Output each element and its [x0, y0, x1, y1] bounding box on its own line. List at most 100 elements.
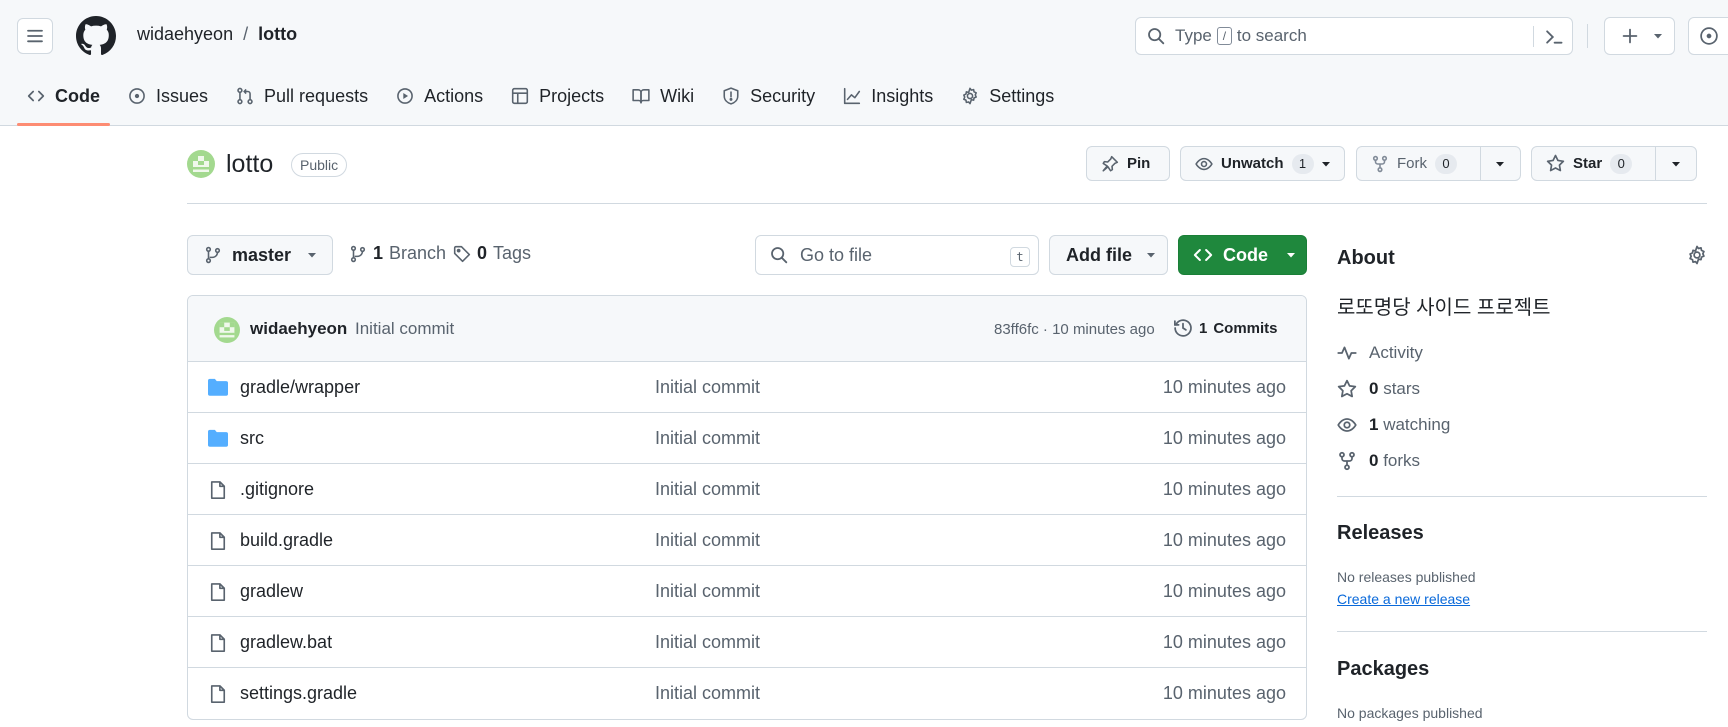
file-name-link[interactable]: gradlew.bat — [240, 632, 332, 653]
github-logo-icon[interactable] — [76, 16, 116, 56]
table-row: src Initial commit 10 minutes ago — [188, 413, 1306, 464]
forks-link[interactable]: 0 forks — [1337, 451, 1420, 471]
tab-projects[interactable]: Projects — [501, 78, 614, 114]
file-commit-age: 10 minutes ago — [1162, 632, 1286, 652]
breadcrumb-owner[interactable]: widaehyeon — [137, 24, 233, 45]
pin-label: Pin — [1127, 155, 1151, 172]
file-commit-age: 10 minutes ago — [1162, 683, 1286, 703]
file-list: gradle/wrapper Initial commit 10 minutes a… — [188, 362, 1306, 719]
commit-author-avatar[interactable] — [214, 317, 240, 343]
file-name-link[interactable]: gradle/wrapper — [240, 377, 360, 398]
branches-link[interactable]: 1 Branch — [349, 243, 446, 264]
stars-link[interactable]: 0 stars — [1337, 379, 1420, 399]
file-name-link[interactable]: gradlew — [240, 581, 303, 602]
fork-button[interactable]: Fork 0 — [1356, 146, 1521, 181]
your-issues-button[interactable] — [1688, 17, 1728, 55]
star-dropdown[interactable] — [1654, 147, 1696, 180]
file-commit-message[interactable]: Initial commit — [655, 581, 760, 602]
commit-message[interactable]: Initial commit — [355, 319, 454, 339]
code-button[interactable]: Code — [1178, 235, 1307, 275]
gear-icon[interactable] — [1687, 245, 1707, 265]
go-to-file-input[interactable]: Go to file t — [755, 235, 1039, 275]
tab-label: Code — [55, 85, 100, 106]
tab-label: Projects — [539, 85, 605, 106]
activity-label: Activity — [1369, 343, 1423, 362]
star-icon — [1546, 154, 1565, 173]
tab-label: Settings — [989, 85, 1055, 106]
file-icon — [208, 531, 228, 551]
create-new-button[interactable] — [1604, 17, 1675, 55]
file-table: widaehyeon Initial commit 83ff6fc · 10 m… — [187, 295, 1307, 720]
tags-link[interactable]: 0 Tags — [453, 243, 531, 264]
file-commit-age: 10 minutes ago — [1162, 377, 1286, 397]
table-row: build.gradle Initial commit 10 minutes ago — [188, 515, 1306, 566]
commit-author[interactable]: widaehyeon — [250, 319, 347, 339]
watchers-link[interactable]: 1 watching — [1337, 415, 1450, 435]
file-commit-message[interactable]: Initial commit — [655, 632, 760, 653]
stars-label: stars — [1383, 379, 1421, 398]
pin-button[interactable]: Pin — [1086, 146, 1170, 181]
activity-link[interactable]: Activity — [1337, 343, 1423, 363]
commits-history-link[interactable]: 1 Commits — [1173, 318, 1278, 338]
git-branch-icon — [204, 246, 222, 264]
branch-select-button[interactable]: master — [187, 235, 333, 275]
add-file-label: Add file — [1066, 244, 1132, 265]
tab-actions[interactable]: Actions — [386, 78, 493, 114]
forks-count: 0 — [1369, 451, 1379, 470]
command-palette-icon[interactable] — [1544, 27, 1564, 47]
breadcrumb-repo[interactable]: lotto — [258, 24, 297, 45]
file-commit-message[interactable]: Initial commit — [655, 377, 760, 398]
watch-dropdown[interactable] — [1307, 147, 1344, 180]
repo-owner-avatar[interactable] — [187, 150, 215, 178]
search-placeholder-before: Type — [1175, 26, 1212, 45]
code-icon — [27, 87, 45, 105]
create-release-link[interactable]: Create a new release — [1337, 591, 1470, 607]
tab-pull-requests[interactable]: Pull requests — [226, 78, 378, 114]
tab-wiki[interactable]: Wiki — [622, 78, 704, 114]
file-commit-message[interactable]: Initial commit — [655, 428, 760, 449]
global-search-input[interactable]: Type / to search — [1135, 17, 1573, 55]
tab-issues[interactable]: Issues — [118, 78, 218, 114]
commit-meta[interactable]: 83ff6fc · 10 minutes ago — [994, 321, 1155, 338]
repo-forked-icon — [1371, 155, 1389, 173]
plus-icon — [1621, 27, 1639, 45]
file-commit-message[interactable]: Initial commit — [655, 479, 760, 500]
add-file-button[interactable]: Add file — [1049, 235, 1168, 275]
releases-heading[interactable]: Releases — [1337, 522, 1424, 545]
file-icon — [208, 480, 228, 500]
commits-label: Commits — [1213, 319, 1278, 337]
repo-tabs: Code Issues Pull requests Actions Projec… — [17, 78, 1072, 126]
packages-empty-text: No packages published — [1337, 705, 1483, 721]
menu-button[interactable] — [17, 18, 53, 54]
file-name-link[interactable]: settings.gradle — [240, 683, 357, 704]
star-button[interactable]: Star 0 — [1531, 146, 1697, 181]
file-icon — [208, 582, 228, 602]
tab-label: Issues — [156, 85, 209, 106]
file-commit-message[interactable]: Initial commit — [655, 683, 760, 704]
file-name-link[interactable]: .gitignore — [240, 479, 314, 500]
slash-key-hint: / — [1216, 27, 1232, 45]
tab-insights[interactable]: Insights — [833, 78, 943, 114]
eye-icon — [1337, 415, 1357, 435]
file-name-link[interactable]: src — [240, 428, 264, 449]
sidebar-divider — [1337, 496, 1707, 497]
fork-dropdown[interactable] — [1479, 147, 1520, 180]
file-icon — [208, 684, 228, 704]
shield-icon — [722, 87, 740, 105]
chevron-down-icon — [1146, 250, 1156, 260]
tab-security[interactable]: Security — [712, 78, 825, 114]
tab-settings[interactable]: Settings — [951, 78, 1064, 114]
watch-button[interactable]: Unwatch 1 — [1180, 146, 1345, 181]
file-commit-message[interactable]: Initial commit — [655, 530, 760, 551]
fork-label: Fork — [1397, 155, 1427, 172]
go-to-file-placeholder: Go to file — [800, 244, 873, 265]
book-icon — [632, 87, 650, 105]
pull-request-icon — [236, 87, 254, 105]
file-name-link[interactable]: build.gradle — [240, 530, 333, 551]
repo-name[interactable]: lotto — [226, 150, 273, 179]
tag-count: 0 — [477, 243, 488, 263]
search-icon — [770, 246, 788, 264]
table-row: settings.gradle Initial commit 10 minutes … — [188, 668, 1306, 719]
packages-heading[interactable]: Packages — [1337, 658, 1429, 681]
tab-code[interactable]: Code — [17, 78, 110, 126]
